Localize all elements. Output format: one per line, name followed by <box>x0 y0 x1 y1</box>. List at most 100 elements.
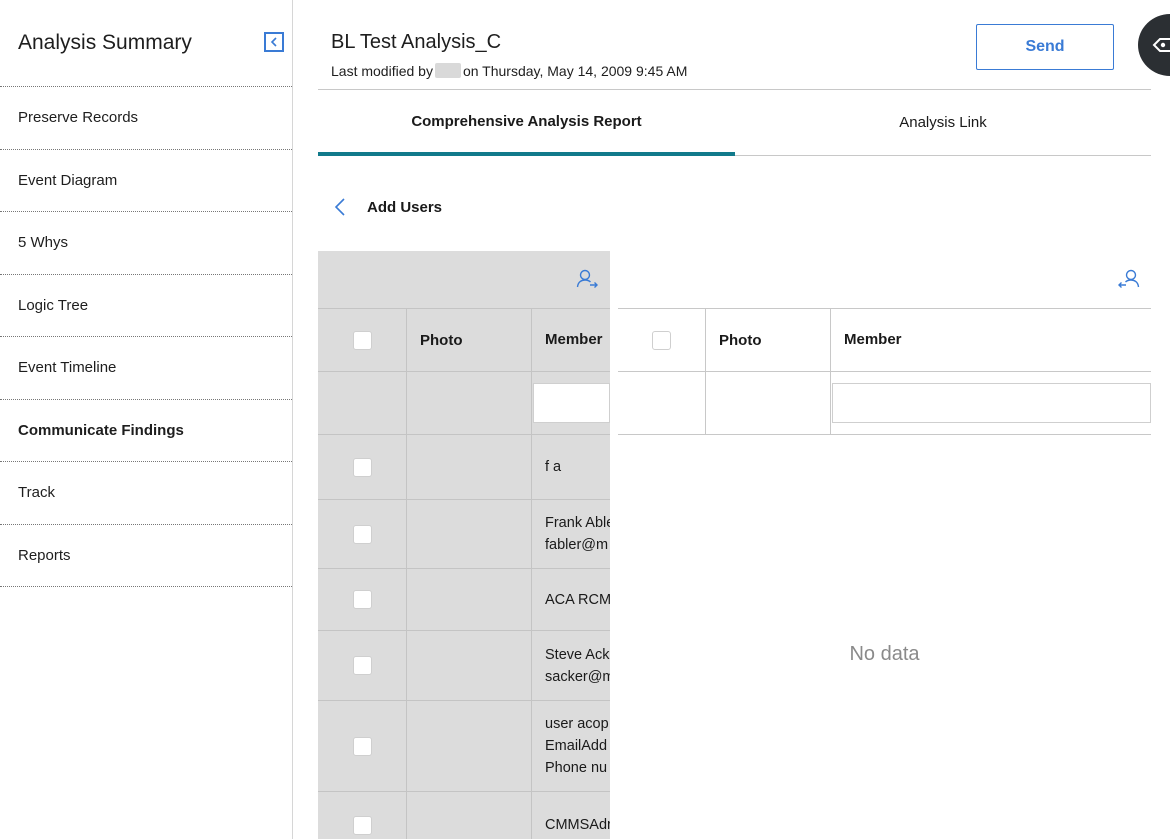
sidebar-item-preserve-records[interactable]: Preserve Records <box>0 87 292 150</box>
member-line: EmailAdd <box>545 738 608 754</box>
member-line: Phone nu <box>545 760 608 776</box>
row-select-cell <box>318 792 407 839</box>
row-checkbox[interactable] <box>352 524 372 544</box>
filter-cell-empty <box>318 372 407 434</box>
select-all-cell <box>618 309 706 371</box>
sidebar-item-label: Event Timeline <box>18 359 117 377</box>
add-user-icon[interactable] <box>576 268 598 295</box>
member-cell: user acop EmailAdd Phone nu <box>532 701 610 791</box>
member-line: Steve Ack <box>545 646 610 663</box>
last-modified-text: Last modified by on Thursday, May 14, 200… <box>331 63 687 79</box>
row-checkbox[interactable] <box>352 590 372 609</box>
row-checkbox[interactable] <box>352 736 372 756</box>
selected-grid-header: Photo Member <box>618 309 1151 372</box>
sidebar-title: Analysis Summary <box>18 31 192 54</box>
remove-user-icon[interactable] <box>1118 268 1140 295</box>
member-cell: Steve Ack sacker@m <box>532 631 610 700</box>
sidebar-item-label: Reports <box>18 546 71 564</box>
filter-cell-empty <box>706 372 831 434</box>
photo-cell <box>407 500 532 568</box>
row-select-cell <box>318 500 407 568</box>
sidebar: Analysis Summary Preserve Records Event … <box>0 0 293 839</box>
available-grid-header: Photo Member <box>318 309 610 372</box>
select-all-cell <box>318 309 407 371</box>
sidebar-item-event-timeline[interactable]: Event Timeline <box>0 337 292 400</box>
member-cell: Frank Able fabler@m <box>532 500 610 568</box>
send-button[interactable]: Send <box>976 24 1114 70</box>
row-checkbox[interactable] <box>352 457 372 477</box>
assistant-fab[interactable] <box>1138 14 1170 76</box>
sidebar-item-5-whys[interactable]: 5 Whys <box>0 212 292 275</box>
member-cell: f a <box>532 435 610 499</box>
selected-users-grid: Photo Member <box>618 251 1151 435</box>
member-line: sacker@m <box>545 668 610 685</box>
modified-prefix: Last modified by <box>331 63 433 79</box>
redacted-user <box>434 63 461 78</box>
available-grid-filter-row <box>318 372 610 435</box>
row-select-cell <box>318 435 407 499</box>
sidebar-item-reports[interactable]: Reports <box>0 525 292 587</box>
sidebar-item-label: Communicate Findings <box>18 421 184 439</box>
tab-comprehensive-analysis-report[interactable]: Comprehensive Analysis Report <box>318 90 735 156</box>
table-row[interactable]: user acop EmailAdd Phone nu <box>318 701 610 792</box>
sidebar-header: Analysis Summary <box>0 0 292 87</box>
sidebar-item-logic-tree[interactable]: Logic Tree <box>0 275 292 337</box>
tab-analysis-link[interactable]: Analysis Link <box>735 90 1151 156</box>
table-row[interactable]: CMMSAdr <box>318 792 610 839</box>
empty-state-text: No data <box>849 643 920 665</box>
column-header-member[interactable]: Member <box>831 309 1151 371</box>
selected-grid-filter-row <box>618 372 1151 435</box>
photo-cell <box>407 631 532 700</box>
add-users-heading: Add Users <box>367 199 443 216</box>
back-chevron-icon[interactable] <box>333 197 347 222</box>
table-row[interactable]: f a <box>318 435 610 500</box>
filter-cell-empty <box>618 372 706 434</box>
sidebar-item-label: Track <box>18 484 55 502</box>
sidebar-item-label: Logic Tree <box>18 296 89 314</box>
filter-cell <box>532 372 610 434</box>
sidebar-item-label: Event Diagram <box>18 171 118 189</box>
photo-cell <box>407 569 532 630</box>
select-all-checkbox[interactable] <box>652 330 671 350</box>
member-line: CMMSAdr <box>545 817 610 833</box>
member-cell: CMMSAdr <box>532 792 610 839</box>
filter-cell-empty <box>407 372 532 434</box>
sidebar-item-event-diagram[interactable]: Event Diagram <box>0 150 292 212</box>
sidebar-item-communicate-findings[interactable]: Communicate Findings <box>0 400 292 462</box>
available-users-grid: Photo Member f a Frank Able fabler@m ACA … <box>318 251 610 839</box>
column-header-photo[interactable]: Photo <box>706 309 831 371</box>
table-row[interactable]: ACA RCM <box>318 569 610 631</box>
member-line: Frank Able <box>545 515 610 531</box>
row-checkbox[interactable] <box>352 815 372 835</box>
select-all-checkbox[interactable] <box>352 330 372 350</box>
selected-grid-toolbar <box>618 251 1151 309</box>
tab-label: Analysis Link <box>899 114 987 131</box>
row-select-cell <box>318 631 407 700</box>
member-line: ACA RCM <box>545 591 610 608</box>
tab-label: Comprehensive Analysis Report <box>411 112 642 130</box>
column-header-photo[interactable]: Photo <box>407 309 532 371</box>
member-cell: ACA RCM <box>532 569 610 630</box>
column-header-member[interactable]: Member <box>532 309 610 371</box>
row-checkbox[interactable] <box>352 656 372 675</box>
filter-cell <box>831 372 1151 434</box>
eye-tag-icon <box>1152 38 1170 52</box>
row-select-cell <box>318 569 407 630</box>
member-line: f a <box>545 459 562 475</box>
table-row[interactable]: Frank Able fabler@m <box>318 500 610 569</box>
available-grid-toolbar <box>318 251 610 309</box>
sidebar-item-track[interactable]: Track <box>0 462 292 525</box>
sidebar-item-label: Preserve Records <box>18 109 139 127</box>
table-row[interactable]: Steve Ack sacker@m <box>318 631 610 701</box>
modified-suffix: on Thursday, May 14, 2009 9:45 AM <box>462 63 688 79</box>
row-select-cell <box>318 701 407 791</box>
collapse-sidebar-icon[interactable] <box>264 32 284 52</box>
photo-cell <box>407 792 532 839</box>
member-filter-input[interactable] <box>533 383 610 423</box>
member-line: user acop <box>545 716 609 732</box>
photo-cell <box>407 701 532 791</box>
page-title: BL Test Analysis_C <box>331 31 502 53</box>
member-line: fabler@m <box>545 537 609 553</box>
photo-cell <box>407 435 532 499</box>
member-filter-input[interactable] <box>832 383 1151 423</box>
